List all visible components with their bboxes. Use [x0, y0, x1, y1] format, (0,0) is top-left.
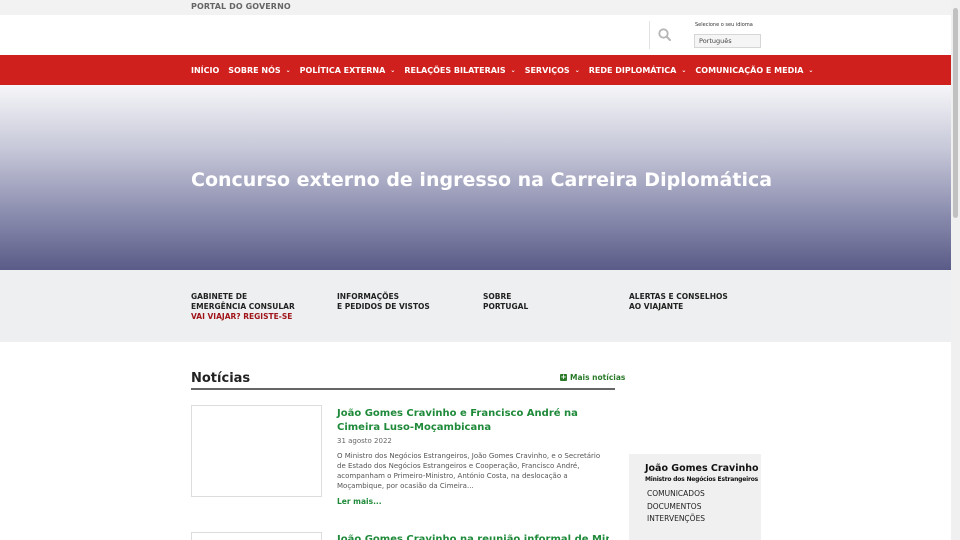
minister-name[interactable]: João Gomes Cravinho — [645, 463, 759, 474]
hero-title[interactable]: Concurso externo de ingresso na Carreira… — [191, 169, 772, 191]
plus-icon: + — [560, 373, 567, 381]
quick-link-vistos[interactable]: INFORMAÇÕES E PEDIDOS DE VISTOS — [337, 292, 430, 312]
nav-item-rede-diplomatica[interactable]: REDE DIPLOMÁTICA ⌄ — [589, 66, 687, 75]
nav-item-label: REDE DIPLOMÁTICA — [588, 65, 677, 75]
minister-link-comunicados[interactable]: COMUNICADOS — [647, 488, 705, 501]
nav-item-label: SOBRE NÓS — [228, 65, 281, 75]
language-select[interactable]: Português — [694, 34, 761, 48]
nav-item-sobre-nos[interactable]: SOBRE NÓS ⌄ — [228, 66, 290, 75]
quick-link-emergencia-consular[interactable]: GABINETE DE EMERGÊNCIA CONSULAR VAI VIAJ… — [191, 292, 295, 322]
main-nav: INÍCIO SOBRE NÓS ⌄ POLÍTICA EXTERNA ⌄ RELA… — [0, 55, 951, 85]
chevron-down-icon: ⌄ — [510, 66, 516, 74]
quick-link-line: E PEDIDOS DE VISTOS — [337, 302, 430, 311]
quick-link-line: EMERGÊNCIA CONSULAR — [191, 302, 295, 311]
more-news-link[interactable]: + Mais notícias — [560, 373, 625, 382]
main-nav-list: INÍCIO SOBRE NÓS ⌄ POLÍTICA EXTERNA ⌄ RELA… — [191, 55, 822, 85]
search-icon — [658, 28, 671, 41]
nav-item-label: POLÍTICA EXTERNA — [299, 65, 386, 75]
chevron-down-icon: ⌄ — [681, 66, 687, 74]
article-thumbnail[interactable] — [191, 405, 322, 497]
nav-item-label: SERVIÇOS — [524, 65, 570, 75]
quick-link-alertas-viajante[interactable]: ALERTAS E CONSELHOS AO VIAJANTE — [629, 292, 728, 312]
minister-link-documentos[interactable]: DOCUMENTOS — [647, 501, 705, 514]
quick-link-line: PORTUGAL — [483, 302, 529, 311]
minister-role: Ministro dos Negócios Estrangeiros — [645, 476, 759, 483]
more-news-label: Mais notícias — [570, 373, 626, 382]
search-divider — [649, 21, 650, 49]
quick-link-sobre-portugal[interactable]: SOBRE PORTUGAL — [483, 292, 528, 312]
chevron-down-icon: ⌄ — [390, 66, 396, 74]
news-divider — [191, 388, 615, 390]
article-date: 31 agosto 2022 — [337, 437, 392, 445]
minister-link-intervencoes[interactable]: INTERVENÇÕES — [647, 513, 705, 526]
page-scrollbar[interactable] — [951, 0, 960, 540]
article-title-link[interactable]: João Gomes Cravinho e Francisco André na… — [337, 407, 607, 435]
quick-link-line: ALERTAS E CONSELHOS — [629, 292, 728, 301]
nav-item-label: INÍCIO — [191, 65, 220, 75]
nav-item-label: RELAÇÕES BILATERAIS — [404, 65, 506, 75]
nav-item-inicio[interactable]: INÍCIO — [191, 66, 219, 75]
quick-link-line: GABINETE DE — [191, 292, 248, 301]
page: PORTAL DO GOVERNO Selecione o seu idioma… — [0, 0, 960, 540]
news-section-title: Notícias — [191, 371, 251, 386]
search-button[interactable] — [655, 25, 675, 45]
quick-link-line: AO VIAJANTE — [629, 302, 684, 311]
article-thumbnail[interactable] — [191, 532, 322, 540]
read-more-link[interactable]: Ler mais... — [337, 497, 382, 506]
chevron-down-icon: ⌄ — [808, 66, 814, 74]
quick-link-line: INFORMAÇÕES — [337, 292, 400, 301]
minister-card: João Gomes Cravinho Ministro dos Negócio… — [629, 454, 761, 540]
nav-item-politica-externa[interactable]: POLÍTICA EXTERNA ⌄ — [300, 66, 396, 75]
nav-item-relacoes-bilaterais[interactable]: RELAÇÕES BILATERAIS ⌄ — [404, 66, 515, 75]
article-excerpt: O Ministro dos Negócios Estrangeiros, Jo… — [337, 452, 601, 490]
gov-portal-link[interactable]: PORTAL DO GOVERNO — [191, 2, 291, 11]
quick-links: GABINETE DE EMERGÊNCIA CONSULAR VAI VIAJ… — [0, 270, 951, 342]
minister-links: COMUNICADOS DOCUMENTOS INTERVENÇÕES — [647, 488, 705, 526]
nav-item-label: COMUNICAÇÃO E MEDIA — [695, 65, 804, 75]
quick-link-line: SOBRE — [483, 292, 512, 301]
register-link[interactable]: VAI VIAJAR? REGISTE-SE — [191, 312, 295, 322]
nav-item-comunicacao-media[interactable]: COMUNICAÇÃO E MEDIA ⌄ — [695, 66, 813, 75]
site-header: Selecione o seu idioma Português — [0, 15, 951, 55]
article-title-link[interactable]: João Gomes Cravinho na reunião informal … — [337, 533, 609, 540]
gov-bar: PORTAL DO GOVERNO — [0, 0, 951, 15]
nav-item-servicos[interactable]: SERVIÇOS ⌄ — [525, 66, 580, 75]
chevron-down-icon: ⌄ — [574, 66, 580, 74]
chevron-down-icon: ⌄ — [285, 66, 291, 74]
hero-banner[interactable]: Concurso externo de ingresso na Carreira… — [0, 85, 951, 270]
language-label: Selecione o seu idioma — [695, 22, 753, 28]
scrollbar-thumb[interactable] — [953, 8, 958, 218]
